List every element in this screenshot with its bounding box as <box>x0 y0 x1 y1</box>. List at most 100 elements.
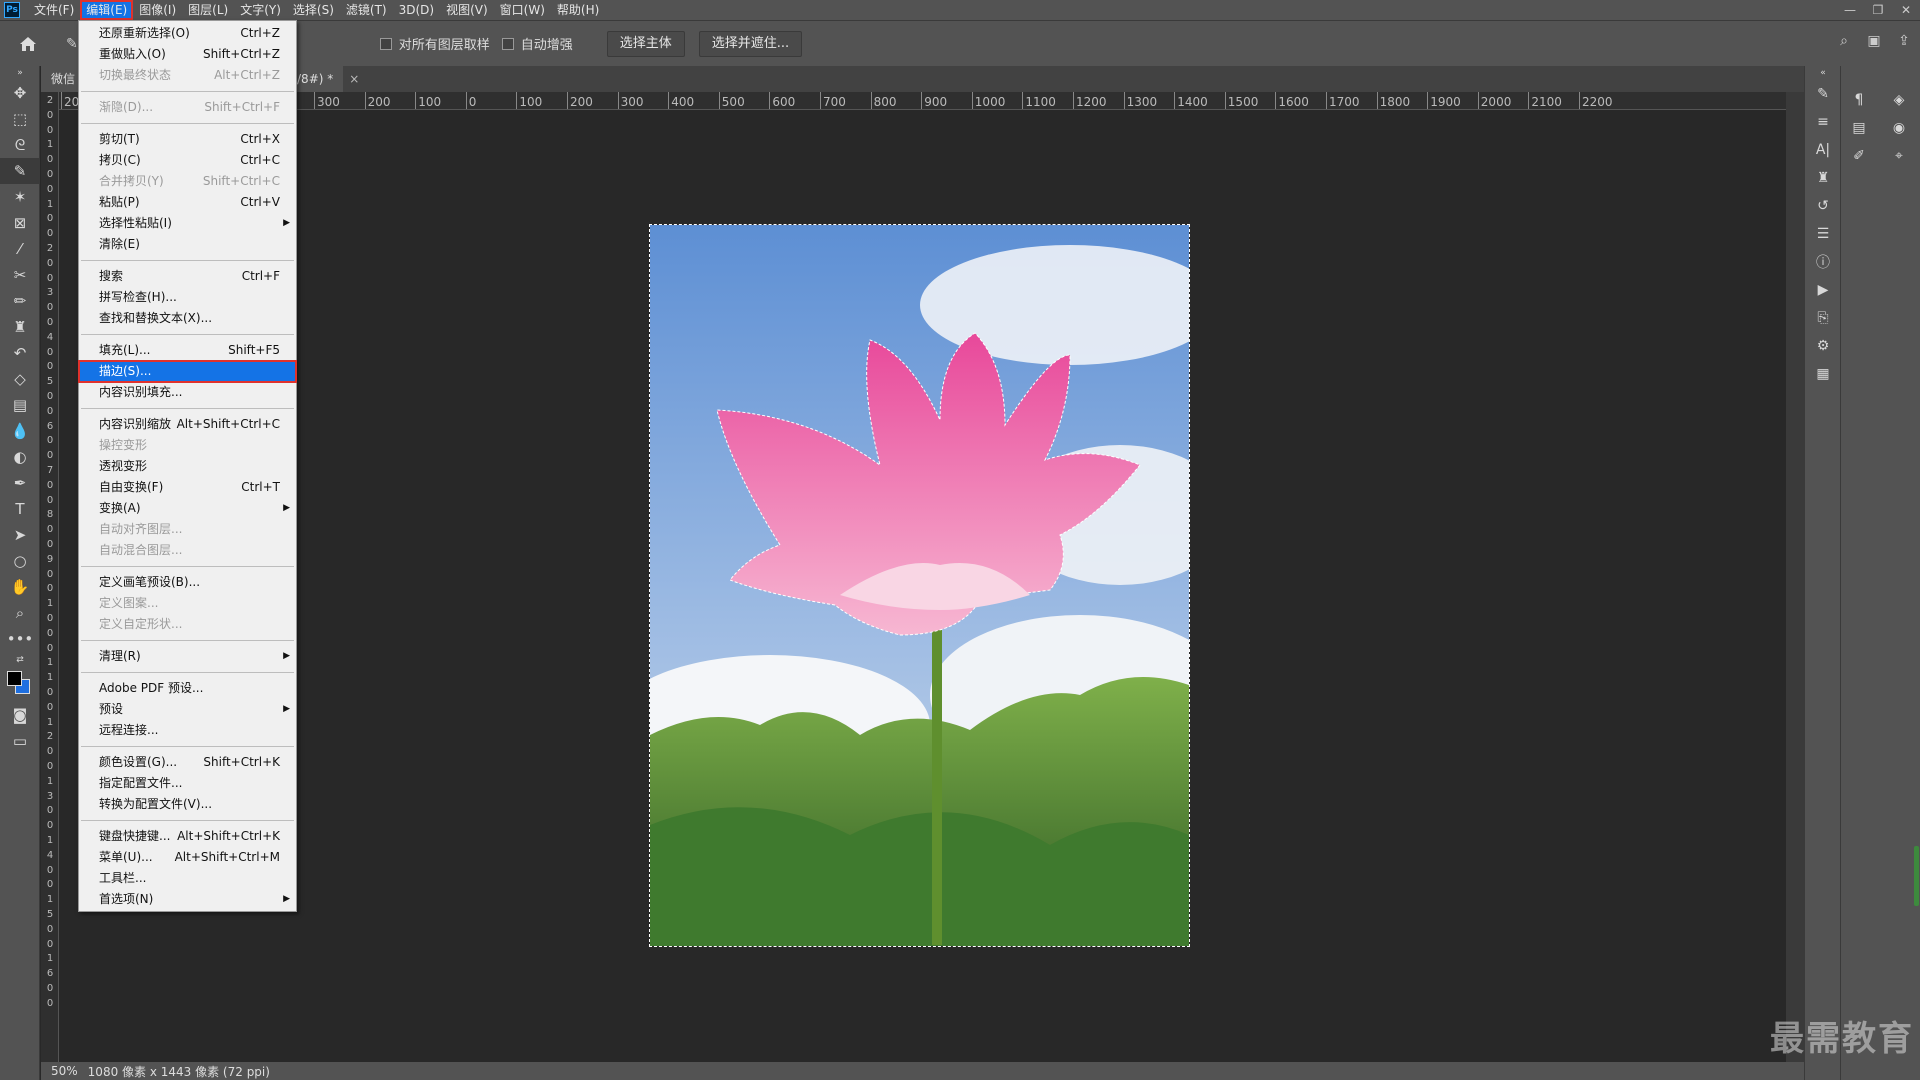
layers-icon[interactable]: ◈ <box>1881 86 1917 114</box>
menu-item[interactable]: 颜色设置(G)... Shift+Ctrl+K <box>79 752 296 773</box>
type-tool-icon[interactable]: T <box>0 496 40 522</box>
share-icon[interactable]: ⇪ <box>1896 33 1912 49</box>
menu-item[interactable]: 内容识别缩放 Alt+Shift+Ctrl+C <box>79 414 296 435</box>
menu-item[interactable]: 自动对齐图层... <box>79 519 296 540</box>
blur-tool-icon[interactable]: 💧 <box>0 418 40 444</box>
menu-item[interactable]: 填充(L)... Shift+F5 <box>79 340 296 361</box>
collapse-icon[interactable]: » <box>0 66 40 80</box>
menu-image[interactable]: 图像(I) <box>133 0 182 20</box>
dodge-tool-icon[interactable]: ◐ <box>0 444 40 470</box>
adjustments-icon[interactable]: ≡ <box>1805 108 1841 136</box>
character-icon[interactable]: A| <box>1805 136 1841 164</box>
sample-all-layers-checkbox[interactable]: 对所有图层取样 <box>379 34 490 53</box>
menu-file[interactable]: 文件(F) <box>28 0 80 20</box>
menu-item[interactable]: 查找和替换文本(X)... <box>79 308 296 329</box>
menu-item[interactable]: 操控变形 <box>79 435 296 456</box>
menu-item[interactable]: 变换(A) ▶ <box>79 498 296 519</box>
menu-item[interactable]: 清除(E) <box>79 234 296 255</box>
magic-wand-tool-icon[interactable]: ✶ <box>0 184 40 210</box>
menu-item[interactable]: 预设 ▶ <box>79 699 296 720</box>
quick-selection-tool-icon[interactable]: ✎ <box>0 158 40 184</box>
menu-window[interactable]: 窗口(W) <box>494 0 551 20</box>
menu-item[interactable]: 自由变换(F) Ctrl+T <box>79 477 296 498</box>
menu-item[interactable]: 粘贴(P) Ctrl+V <box>79 192 296 213</box>
panel-scroll-indicator[interactable] <box>1914 846 1919 906</box>
spot-healing-tool-icon[interactable]: ✂ <box>0 262 40 288</box>
menu-3d[interactable]: 3D(D) <box>393 0 440 20</box>
quick-mask-icon[interactable]: ◙ <box>0 702 40 728</box>
gradient-tool-icon[interactable]: ▤ <box>0 392 40 418</box>
menu-item-stroke[interactable]: 描边(S)... <box>78 360 297 383</box>
eraser-tool-icon[interactable]: ◇ <box>0 366 40 392</box>
history-brush-tool-icon[interactable]: ↶ <box>0 340 40 366</box>
eyedropper-tool-icon[interactable]: ⁄ <box>0 236 40 262</box>
menu-item[interactable]: 定义自定形状... <box>79 614 296 635</box>
menu-layer[interactable]: 图层(L) <box>182 0 234 20</box>
info-icon[interactable]: ⓘ <box>1805 248 1841 276</box>
menu-item[interactable]: 键盘快捷键... Alt+Shift+Ctrl+K <box>79 826 296 847</box>
screen-mode-icon[interactable]: ▭ <box>0 728 40 754</box>
menu-edit[interactable]: 编辑(E) <box>80 0 134 20</box>
menu-help[interactable]: 帮助(H) <box>551 0 605 20</box>
tab-close-icon[interactable]: × <box>345 66 364 92</box>
crop-tool-icon[interactable]: ⊠ <box>0 210 40 236</box>
menu-item[interactable]: 还原重新选择(O) Ctrl+Z <box>79 23 296 44</box>
move-tool-icon[interactable]: ✥ <box>0 80 40 106</box>
select-subject-button[interactable]: 选择主体 <box>606 30 685 57</box>
channels-icon[interactable]: ◉ <box>1881 114 1917 142</box>
foreground-color-swatch[interactable] <box>7 671 22 686</box>
vertical-scrollbar[interactable] <box>1786 92 1804 1062</box>
minimize-icon[interactable]: — <box>1836 0 1864 20</box>
properties-icon[interactable]: ☰ <box>1805 220 1841 248</box>
menu-item[interactable]: Adobe PDF 预设... <box>79 678 296 699</box>
menu-item[interactable]: 菜单(U)... Alt+Shift+Ctrl+M <box>79 847 296 868</box>
menu-item[interactable]: 定义画笔预设(B)... <box>79 572 296 593</box>
checkbox-box[interactable] <box>379 37 392 50</box>
menu-item[interactable]: 透视变形 <box>79 456 296 477</box>
menu-item[interactable]: 自动混合图层... <box>79 540 296 561</box>
zoom-tool-icon[interactable]: ⌕ <box>0 600 40 626</box>
close-icon[interactable]: ✕ <box>1892 0 1920 20</box>
menu-item[interactable]: 搜索 Ctrl+F <box>79 266 296 287</box>
menu-item[interactable]: 远程连接... <box>79 720 296 741</box>
lasso-tool-icon[interactable]: ᘓ <box>0 132 40 158</box>
timeline-icon[interactable]: ⎘ <box>1805 304 1841 332</box>
auto-enhance-checkbox[interactable]: 自动增强 <box>501 34 573 53</box>
document-info[interactable]: 1080 像素 x 1443 像素 (72 ppi) <box>88 1063 270 1080</box>
more-tools-icon[interactable]: ••• <box>0 626 40 652</box>
checkbox-box[interactable] <box>501 37 514 50</box>
menu-item[interactable]: 工具栏... <box>79 868 296 889</box>
menu-item[interactable]: 拷贝(C) Ctrl+C <box>79 150 296 171</box>
notes-icon[interactable]: ✐ <box>1841 142 1877 170</box>
path-selection-tool-icon[interactable]: ➤ <box>0 522 40 548</box>
menu-item[interactable]: 转换为配置文件(V)... <box>79 794 296 815</box>
document-image[interactable] <box>649 224 1190 947</box>
menu-item[interactable]: 渐隐(D)... Shift+Ctrl+F <box>79 97 296 118</box>
paths-icon[interactable]: ⌖ <box>1881 142 1917 170</box>
clone-source-icon[interactable]: ♜ <box>1805 164 1841 192</box>
restore-icon[interactable]: ❐ <box>1864 0 1892 20</box>
collapse-panels-icon[interactable]: « <box>1805 66 1841 80</box>
menu-item[interactable]: 切换最终状态 Alt+Ctrl+Z <box>79 65 296 86</box>
paragraph-icon[interactable]: ¶ <box>1841 86 1877 114</box>
3d-icon[interactable]: ⚙ <box>1805 332 1841 360</box>
menu-item[interactable]: 定义图案... <box>79 593 296 614</box>
actions-icon[interactable]: ▶ <box>1805 276 1841 304</box>
swap-colors-icon[interactable]: ⇄ <box>0 652 40 668</box>
canvas-area[interactable] <box>59 110 1786 1062</box>
menu-item[interactable]: 首选项(N) ▶ <box>79 889 296 910</box>
workspace-icon[interactable]: ▣ <box>1866 33 1882 49</box>
select-and-mask-button[interactable]: 选择并遮住... <box>698 30 803 57</box>
menu-item[interactable]: 剪切(T) Ctrl+X <box>79 129 296 150</box>
menu-item[interactable]: 选择性粘贴(I) ▶ <box>79 213 296 234</box>
brush-settings-icon[interactable]: ✎ <box>1805 80 1841 108</box>
color-swatches[interactable] <box>0 668 40 702</box>
home-icon[interactable] <box>8 31 48 57</box>
ellipse-tool-icon[interactable]: ○ <box>0 548 40 574</box>
menu-select[interactable]: 选择(S) <box>287 0 340 20</box>
menu-item[interactable]: 重做贴入(O) Shift+Ctrl+Z <box>79 44 296 65</box>
zoom-level[interactable]: 50% <box>51 1064 78 1078</box>
menu-view[interactable]: 视图(V) <box>440 0 494 20</box>
brush-tool-icon[interactable]: ✏ <box>0 288 40 314</box>
quick-select-tool-icon[interactable]: ✎ <box>66 36 78 52</box>
